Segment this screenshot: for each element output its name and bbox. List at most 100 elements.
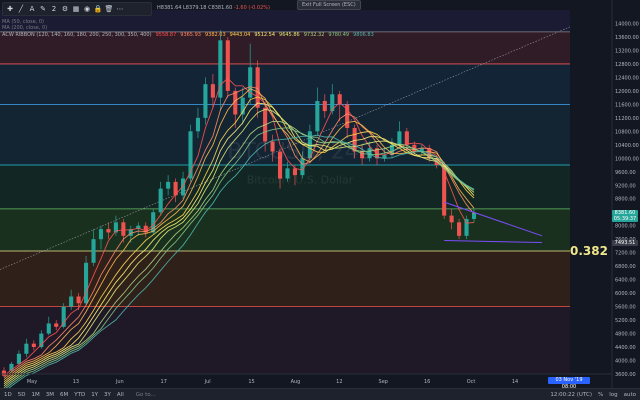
- candle-body: [91, 239, 96, 263]
- candle-body: [225, 40, 230, 91]
- price-tick-label: 4000.00: [615, 359, 636, 365]
- lock-icon[interactable]: 🔒: [93, 4, 103, 14]
- price-axis[interactable]: [612, 0, 640, 388]
- price-tick-label: 8000.00: [615, 224, 636, 230]
- range-6m[interactable]: 6M: [60, 392, 68, 398]
- crosshair-date-badge: 03 Nov '19 08:00: [548, 377, 590, 390]
- time-tick-label: Oct: [467, 379, 476, 385]
- ribbon-label: ACW RIBBON (120, 140, 160, 180, 200, 250…: [2, 32, 152, 38]
- time-tick-label: 15: [248, 379, 254, 385]
- price-tick-label: 14000.00: [615, 21, 639, 27]
- watermark-name: Bitcoin / U.S. Dollar: [247, 174, 354, 187]
- time-tick-label: 14: [512, 379, 518, 385]
- candle-body: [31, 343, 36, 348]
- pencil-icon[interactable]: ✎: [38, 4, 48, 14]
- range-1d[interactable]: 1D: [4, 392, 12, 398]
- ribbon-value: 9645.86: [279, 32, 300, 38]
- fib-band: [0, 165, 570, 209]
- candle-body: [16, 353, 21, 364]
- range-ytd[interactable]: YTD: [74, 392, 85, 398]
- price-tick-label: 10400.00: [615, 143, 639, 149]
- ribbon-value: 9365.93: [180, 32, 201, 38]
- time-tick-label: Sep: [379, 379, 388, 385]
- log-toggle[interactable]: log: [609, 392, 617, 398]
- price-tick-label: 12800.00: [615, 62, 639, 68]
- candle-body: [166, 181, 171, 189]
- price-tick-label: 9600.00: [615, 170, 636, 176]
- range-3y[interactable]: 3Y: [104, 392, 111, 398]
- eye-icon[interactable]: ◉: [82, 4, 92, 14]
- line-width-value[interactable]: 2: [49, 4, 59, 14]
- candle-body: [457, 222, 462, 236]
- crosshair-icon[interactable]: ✚: [5, 4, 15, 14]
- candle-body: [471, 212, 477, 219]
- indicator-ma-200[interactable]: MA (200, close, 0): [2, 25, 47, 31]
- price-tick-label: 6800.00: [615, 264, 636, 270]
- price-tick-label: 10000.00: [615, 156, 639, 162]
- price-tick-label: 13600.00: [615, 35, 639, 41]
- candle-body: [121, 222, 126, 236]
- more-icon[interactable]: ⋯: [115, 4, 125, 14]
- drawing-toolbar: ✚ ╱ A ✎ 2 ⚙ ▦ ◉ 🔒 🗑 ⋯: [2, 2, 152, 16]
- date-badge-date: 03 Nov '19: [555, 377, 583, 383]
- auto-toggle[interactable]: auto: [624, 392, 636, 398]
- candle-body: [449, 215, 454, 223]
- chart-canvas[interactable]: BTCUSD, 240 Bitcoin / U.S. Dollar 14000.00…: [0, 0, 640, 400]
- candle-body: [98, 229, 104, 240]
- time-tick-label: Aug: [291, 379, 301, 385]
- range-1y[interactable]: 1Y: [91, 392, 98, 398]
- ribbon-value: 9732.32: [303, 32, 325, 38]
- ribbon-value: 9780.49: [328, 32, 350, 38]
- candle-body: [69, 296, 74, 307]
- price-tick-label: 9200.00: [615, 183, 636, 189]
- percent-toggle[interactable]: %: [598, 392, 603, 398]
- templates-icon[interactable]: ▦: [71, 4, 81, 14]
- candle-body: [203, 84, 208, 118]
- candle-body: [195, 117, 201, 132]
- price-badge: 8381.60: [612, 209, 638, 216]
- trash-icon[interactable]: 🗑: [104, 4, 114, 14]
- trendline-icon[interactable]: ╱: [16, 4, 26, 14]
- price-tick-label: 6400.00: [615, 278, 636, 284]
- range-5d[interactable]: 5D: [18, 392, 26, 398]
- ribbon-legend[interactable]: ACW RIBBON (120, 140, 160, 180, 200, 250…: [2, 32, 374, 38]
- price-tick-label: 12400.00: [615, 75, 639, 81]
- ohlc-change: -1.60 (-0.02%): [233, 5, 270, 11]
- price-tick-label: 11200.00: [615, 116, 639, 122]
- fib-band: [0, 63, 570, 105]
- time-tick-label: 17: [161, 379, 167, 385]
- fib-level-label: 0.382: [570, 244, 608, 258]
- utc-clock[interactable]: 12:00:22 (UTC): [550, 392, 592, 398]
- candle-body: [180, 178, 186, 196]
- candle-body: [255, 67, 260, 108]
- ohlc-readout: H8381.64 L8379.18 C8381.60 -1.60 (-0.02%…: [157, 5, 270, 11]
- settings-icon[interactable]: ⚙: [60, 4, 70, 14]
- range-1m[interactable]: 1M: [31, 392, 39, 398]
- price-tick-label: 7200.00: [615, 251, 636, 257]
- text-icon[interactable]: A: [27, 4, 37, 14]
- price-tick-label: 4400.00: [615, 345, 636, 351]
- exit-fullscreen-button[interactable]: Exit Full Screen (ESC): [297, 0, 361, 10]
- time-tick-label: 12: [336, 379, 342, 385]
- candle-body: [61, 306, 66, 327]
- time-tick-label: 13: [73, 379, 79, 385]
- price-tick-label: 5200.00: [615, 318, 636, 324]
- price-badge: 05:39:37: [612, 215, 638, 222]
- ribbon-value: 9512.54: [254, 32, 276, 38]
- range-3m[interactable]: 3M: [46, 392, 54, 398]
- candle-body: [158, 188, 163, 213]
- price-tick-label: 11600.00: [615, 102, 639, 108]
- price-tick-label: 13200.00: [615, 48, 639, 54]
- price-tick-label: 4800.00: [615, 332, 636, 338]
- candle-body: [315, 101, 320, 132]
- range-all[interactable]: All: [117, 392, 124, 398]
- price-tick-label: 6000.00: [615, 291, 636, 297]
- goto-button[interactable]: Go to...: [136, 392, 156, 398]
- bottom-toolbar: 1D 5D 1M 3M 6M YTD 1Y 3Y All Go to... 12:00:22 (U…: [0, 388, 640, 400]
- watermark-symbol: BTCUSD, 240: [227, 139, 373, 164]
- candle-body: [322, 101, 327, 112]
- time-tick-label: 16: [424, 379, 430, 385]
- price-tick-label: 10800.00: [615, 129, 639, 135]
- time-tick-label: Jun: [115, 379, 124, 385]
- price-tick-label: 5600.00: [615, 305, 636, 311]
